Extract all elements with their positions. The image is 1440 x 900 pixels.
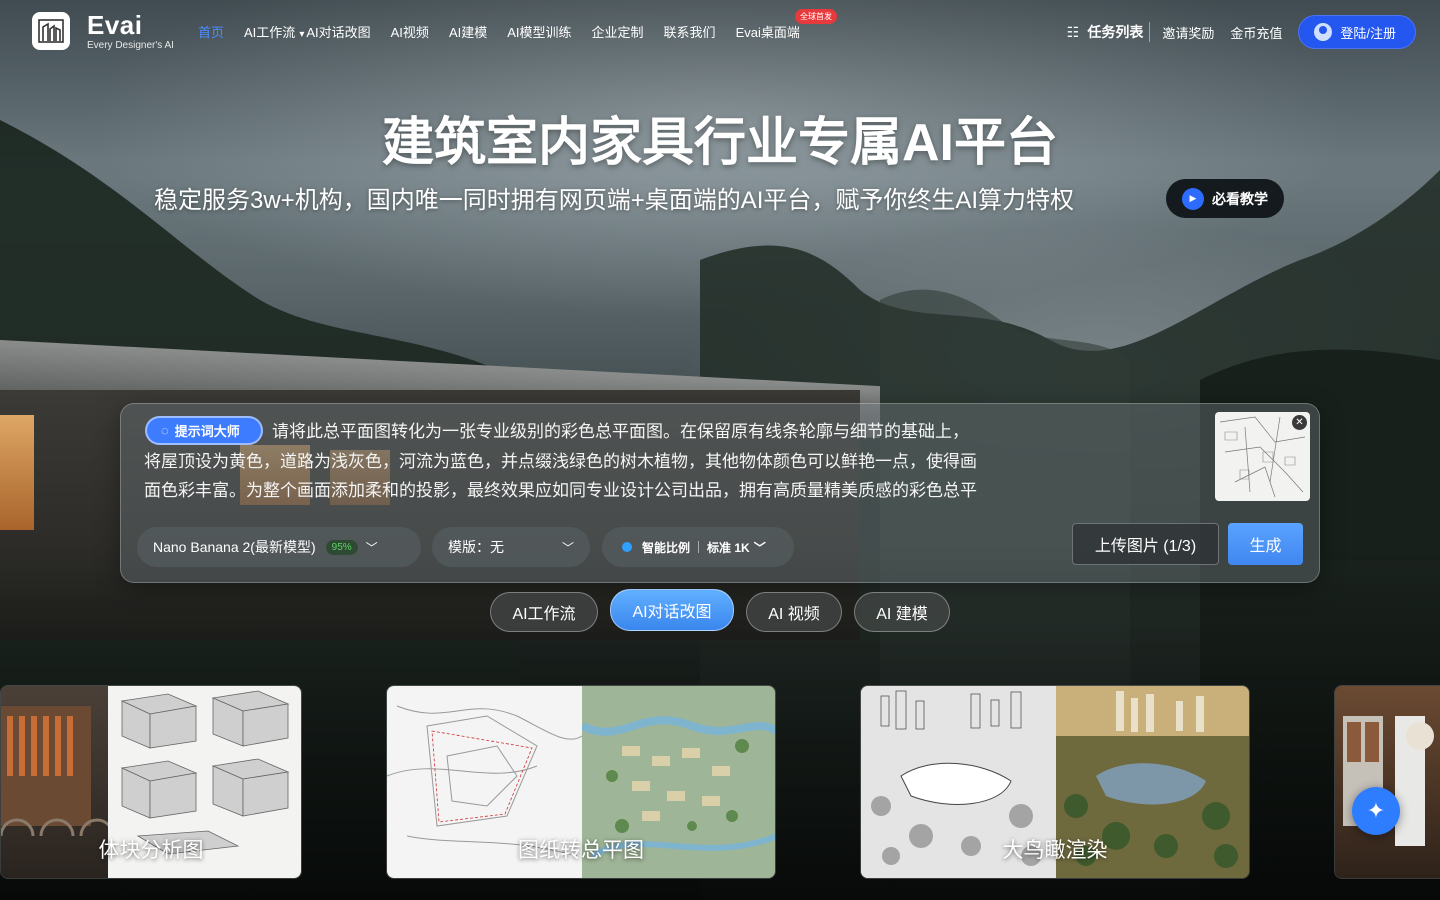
upload-image-button[interactable]: 上传图片 (1/3) — [1072, 523, 1219, 565]
lightbulb-icon: ◌ — [161, 423, 169, 438]
model-usage-badge: 95% — [325, 539, 358, 555]
feature-card-site-plan[interactable]: 图纸转总平图 — [386, 685, 776, 879]
tab-ai-video[interactable]: AI 视频 — [746, 592, 842, 632]
task-list-button[interactable]: ☷ 任务列表 — [1067, 22, 1151, 42]
nav-home[interactable]: 首页 — [198, 22, 224, 41]
invite-reward-link[interactable]: 邀请奖励 — [1162, 23, 1214, 42]
chevron-down-icon: ﹀ — [753, 540, 766, 555]
nav-desktop-app[interactable]: Evai桌面端 — [736, 22, 800, 41]
template-label: 模版：无 — [448, 539, 504, 555]
hero-title: 建筑室内家具行业专属AI平台 — [381, 114, 1058, 172]
nav-label: AI对话改图 — [306, 25, 371, 40]
model-label: Nano Banana 2(最新模型) — [153, 539, 316, 555]
prompt-textarea[interactable]: 请将此总平面图转化为一张专业级别的彩色总平面图。在保留原有线条轮廓与细节的基础上… — [144, 417, 978, 512]
feature-card-massing[interactable]: 体块分析图 — [0, 685, 302, 879]
recharge-link[interactable]: 金币充值 — [1230, 23, 1282, 42]
nav-enterprise[interactable]: 企业定制 — [592, 22, 644, 41]
main-nav: 首页 AI工作流 ▾ AI对话改图 AI视频 AI建模 AI模型训练 企业定制 联… — [198, 22, 820, 41]
nav-ai-modeling[interactable]: AI建模 — [449, 22, 487, 41]
quality-label: 标准 1K — [707, 540, 750, 555]
card-label: 体块分析图 — [98, 839, 204, 862]
task-list-label: 任务列表 — [1087, 24, 1144, 40]
ratio-label: 智能比例 — [642, 540, 691, 555]
card-label: 图纸转总平图 — [518, 839, 644, 862]
feature-card-aerial-render[interactable]: 大鸟瞰渲染 — [860, 685, 1250, 879]
logo-icon[interactable] — [32, 12, 70, 50]
nav-ai-chat-edit[interactable]: ▾ AI对话改图 — [299, 22, 370, 41]
hero-subtitle: 稳定服务3w+机构，国内唯一同时拥有网页端+桌面端的AI平台，赋予你终生AI算力… — [154, 187, 1075, 214]
generate-button[interactable]: 生成 — [1228, 523, 1303, 565]
user-icon — [1314, 23, 1333, 41]
login-button[interactable]: 登陆/注册 — [1298, 15, 1416, 49]
divider — [698, 541, 700, 553]
tutorial-label: 必看教学 — [1212, 190, 1268, 207]
list-check-icon: ☷ — [1066, 23, 1080, 40]
card-label: 大鸟瞰渲染 — [1002, 839, 1108, 862]
brand-tagline: Every Designer's AI — [87, 40, 174, 51]
card-image — [1335, 686, 1440, 878]
top-navbar: Evai Every Designer's AI 首页 AI工作流 ▾ AI对话改… — [0, 0, 1440, 64]
close-icon[interactable]: ✕ — [1292, 415, 1307, 430]
template-select[interactable]: 模版：无 ﹀ — [432, 527, 590, 567]
chevron-down-icon: ▾ — [299, 29, 305, 40]
tutorial-button[interactable]: ▶ 必看教学 — [1166, 179, 1284, 218]
header-actions: ☷ 任务列表 邀请奖励 金币充值 登陆/注册 — [1067, 15, 1416, 49]
brand-name[interactable]: Evai — [87, 10, 143, 41]
chevron-down-icon: ﹀ — [365, 540, 378, 555]
play-icon: ▶ — [1182, 187, 1204, 210]
tab-ai-modeling[interactable]: AI 建模 — [854, 592, 950, 632]
sparkle-icon[interactable]: ✦ — [1352, 787, 1400, 835]
tab-ai-chat-edit[interactable]: AI对话改图 — [610, 589, 734, 631]
login-label: 登陆/注册 — [1340, 25, 1396, 41]
nav-contact[interactable]: 联系我们 — [664, 22, 716, 41]
tab-ai-workflow[interactable]: AI工作流 — [490, 592, 598, 632]
nav-ai-workflow[interactable]: AI工作流 — [244, 22, 295, 41]
new-badge: 全球首发 — [795, 9, 837, 24]
model-select[interactable]: Nano Banana 2(最新模型) 95% ﹀ — [137, 527, 421, 567]
chevron-down-icon: ﹀ — [561, 540, 574, 555]
feature-card-interior[interactable] — [1334, 685, 1440, 879]
nav-ai-video[interactable]: AI视频 — [391, 22, 429, 41]
prompt-master-button[interactable]: ◌ 提示词大师 — [145, 416, 263, 445]
ratio-dot-icon — [622, 542, 632, 552]
ratio-quality-select[interactable]: 智能比例 标准 1K ﹀ — [602, 527, 794, 567]
nav-label: AI工作流 — [244, 25, 296, 40]
nav-ai-training[interactable]: AI模型训练 — [507, 22, 571, 41]
prompt-master-label: 提示词大师 — [174, 424, 240, 439]
